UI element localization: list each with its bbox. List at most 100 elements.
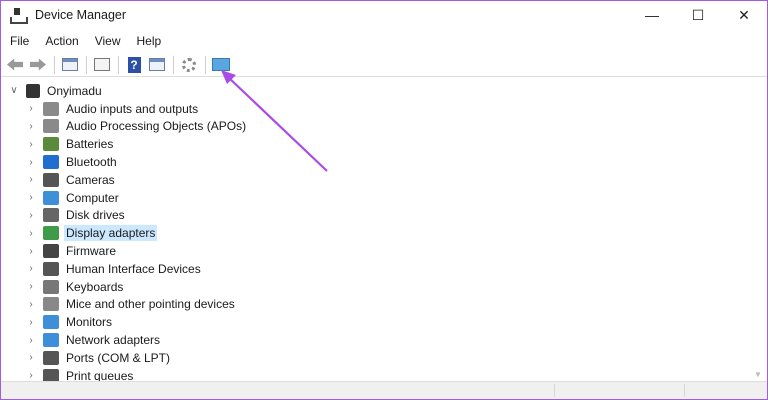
tree-item-computer[interactable]: › Computer: [1, 189, 751, 207]
print-queues-icon: [43, 368, 59, 381]
bluetooth-icon: [43, 155, 59, 170]
chevron-right-icon[interactable]: ›: [25, 192, 37, 203]
tree-item-label: Audio Processing Objects (APOs): [66, 119, 247, 134]
tree-item-label: Bluetooth: [66, 155, 117, 170]
chevron-right-icon[interactable]: ›: [25, 246, 37, 257]
tree-item-display-adapters[interactable]: › Display adapters: [1, 224, 751, 242]
tree-item-label: Audio inputs and outputs: [66, 101, 199, 116]
status-divider: [684, 384, 685, 397]
tree-item-firmware[interactable]: › Firmware: [1, 242, 751, 260]
tree-item-label: Print queues: [66, 368, 134, 381]
human-interface-devices-icon: [43, 261, 59, 276]
console-tree-icon: [62, 58, 78, 71]
forward-arrow-icon: [30, 59, 46, 71]
chevron-right-icon[interactable]: ›: [25, 299, 37, 310]
toolbar-divider: [205, 55, 206, 74]
batteries-icon: [43, 137, 59, 152]
update-driver-icon: [182, 57, 196, 72]
menu-view[interactable]: View: [87, 34, 129, 48]
tree-item-label: Disk drives: [66, 208, 125, 223]
tree-item-label: Mice and other pointing devices: [66, 297, 235, 312]
chevron-right-icon[interactable]: ›: [25, 157, 37, 168]
tree-item-label: Network adapters: [66, 333, 161, 348]
tree-item-print-queues[interactable]: › Print queues: [1, 367, 751, 381]
minimize-button[interactable]: —: [629, 1, 675, 29]
tree-item-audio-processing-objects-apos[interactable]: › Audio Processing Objects (APOs): [1, 118, 751, 136]
audio-inputs-and-outputs-icon: [43, 101, 59, 116]
display-adapters-icon: [43, 226, 59, 241]
tree-item-label: Keyboards: [66, 279, 124, 294]
network-adapters-icon: [43, 333, 59, 348]
keyboards-icon: [43, 279, 59, 294]
tree-item-label: Human Interface Devices: [66, 261, 201, 276]
scan-monitor-icon: [212, 58, 230, 71]
chevron-right-icon[interactable]: ›: [25, 228, 37, 239]
device-tree: ∨ Onyimadu › Audio inputs and outputs › Aud…: [1, 82, 751, 381]
tree-root-onyimadu[interactable]: ∨ Onyimadu: [1, 82, 751, 100]
device-manager-icon: [9, 7, 28, 24]
help-icon: ?: [127, 56, 141, 73]
tree-item-label: Firmware: [66, 244, 116, 259]
toolbar-divider: [86, 55, 87, 74]
maximize-button[interactable]: ☐: [675, 1, 721, 29]
chevron-right-icon[interactable]: ›: [25, 263, 37, 274]
chevron-right-icon[interactable]: ›: [25, 335, 37, 346]
chevron-right-icon[interactable]: ›: [25, 174, 37, 185]
chevron-right-icon[interactable]: ›: [25, 352, 37, 363]
status-divider: [554, 384, 555, 397]
chevron-right-icon[interactable]: ›: [25, 121, 37, 132]
properties-button[interactable]: [91, 54, 113, 76]
toolbar-divider: [54, 55, 55, 74]
toolbar-divider: [118, 55, 119, 74]
menu-action[interactable]: Action: [37, 34, 86, 48]
toolbar-divider: [173, 55, 174, 74]
menu-bar: File Action View Help: [1, 31, 169, 51]
tree-item-cameras[interactable]: › Cameras: [1, 171, 751, 189]
tree-item-disk-drives[interactable]: › Disk drives: [1, 207, 751, 225]
tree-item-label: Monitors: [66, 315, 113, 330]
tree-item-mice-and-other-pointing-devices[interactable]: › Mice and other pointing devices: [1, 296, 751, 314]
tree-item-label: Ports (COM & LPT): [66, 350, 171, 365]
action-pane-icon: [149, 58, 165, 71]
title-bar: Device Manager — ☐ ✕: [1, 1, 767, 29]
chevron-right-icon[interactable]: ›: [25, 281, 37, 292]
back-button[interactable]: [4, 54, 26, 76]
vertical-scrollbar[interactable]: ▼: [751, 82, 766, 381]
window-title: Device Manager: [35, 8, 127, 22]
computer-icon: [43, 190, 59, 205]
tree-item-network-adapters[interactable]: › Network adapters: [1, 331, 751, 349]
chevron-right-icon[interactable]: ›: [25, 210, 37, 221]
tree-item-keyboards[interactable]: › Keyboards: [1, 278, 751, 296]
back-arrow-icon: [7, 58, 23, 71]
tree-item-batteries[interactable]: › Batteries: [1, 135, 751, 153]
close-button[interactable]: ✕: [721, 1, 767, 29]
computer-node-icon: [26, 83, 40, 98]
tree-item-monitors[interactable]: › Monitors: [1, 313, 751, 331]
action-pane-button[interactable]: [146, 54, 168, 76]
scroll-down-icon[interactable]: ▼: [754, 370, 762, 379]
tree-item-human-interface-devices[interactable]: › Human Interface Devices: [1, 260, 751, 278]
device-manager-window: Device Manager — ☐ ✕ File Action View He…: [0, 0, 768, 400]
tree-item-ports-com-lpt[interactable]: › Ports (COM & LPT): [1, 349, 751, 367]
firmware-icon: [43, 244, 59, 259]
scan-for-hardware-changes-button[interactable]: [210, 54, 232, 76]
update-driver-button[interactable]: [178, 54, 200, 76]
chevron-right-icon[interactable]: ›: [25, 370, 37, 381]
chevron-down-icon[interactable]: ∨: [8, 85, 20, 96]
chevron-right-icon[interactable]: ›: [25, 103, 37, 114]
disk-drives-icon: [43, 208, 59, 223]
tree-item-audio-inputs-and-outputs[interactable]: › Audio inputs and outputs: [1, 100, 751, 118]
help-button[interactable]: ?: [123, 54, 145, 76]
tree-item-bluetooth[interactable]: › Bluetooth: [1, 153, 751, 171]
tree-root-label: Onyimadu: [47, 83, 102, 98]
menu-help[interactable]: Help: [129, 34, 170, 48]
chevron-right-icon[interactable]: ›: [25, 139, 37, 150]
ports-com-lpt-icon: [43, 350, 59, 365]
tree-item-label: Display adapters: [64, 225, 158, 242]
forward-button[interactable]: [27, 54, 49, 76]
menu-file[interactable]: File: [1, 34, 37, 48]
show-hide-console-tree-button[interactable]: [59, 54, 81, 76]
chevron-right-icon[interactable]: ›: [25, 317, 37, 328]
cameras-icon: [43, 172, 59, 187]
tree-item-label: Batteries: [66, 137, 114, 152]
